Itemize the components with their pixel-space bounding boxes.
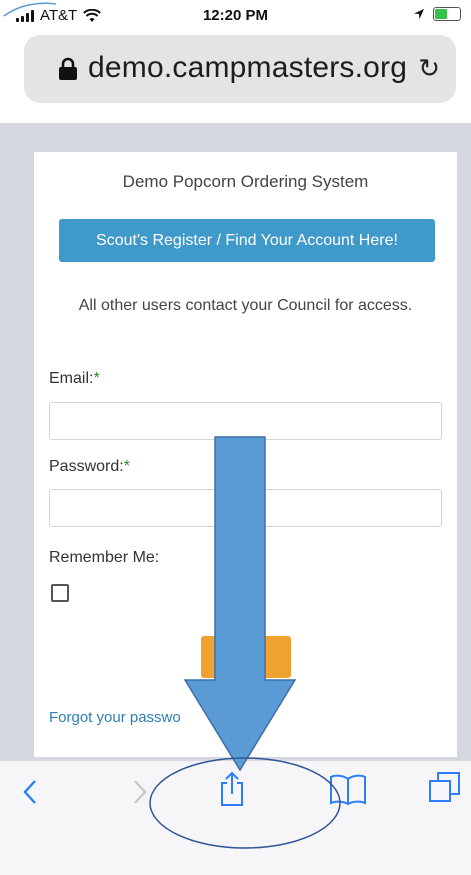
corner-curve-mark [3, 2, 57, 17]
down-arrow [183, 436, 297, 772]
annotation-overlay [3, 2, 341, 849]
highlight-ellipse [149, 757, 341, 849]
phone-screen: AT&T 12:20 PM demo.campmasters.org ↻ Dem… [0, 0, 471, 875]
